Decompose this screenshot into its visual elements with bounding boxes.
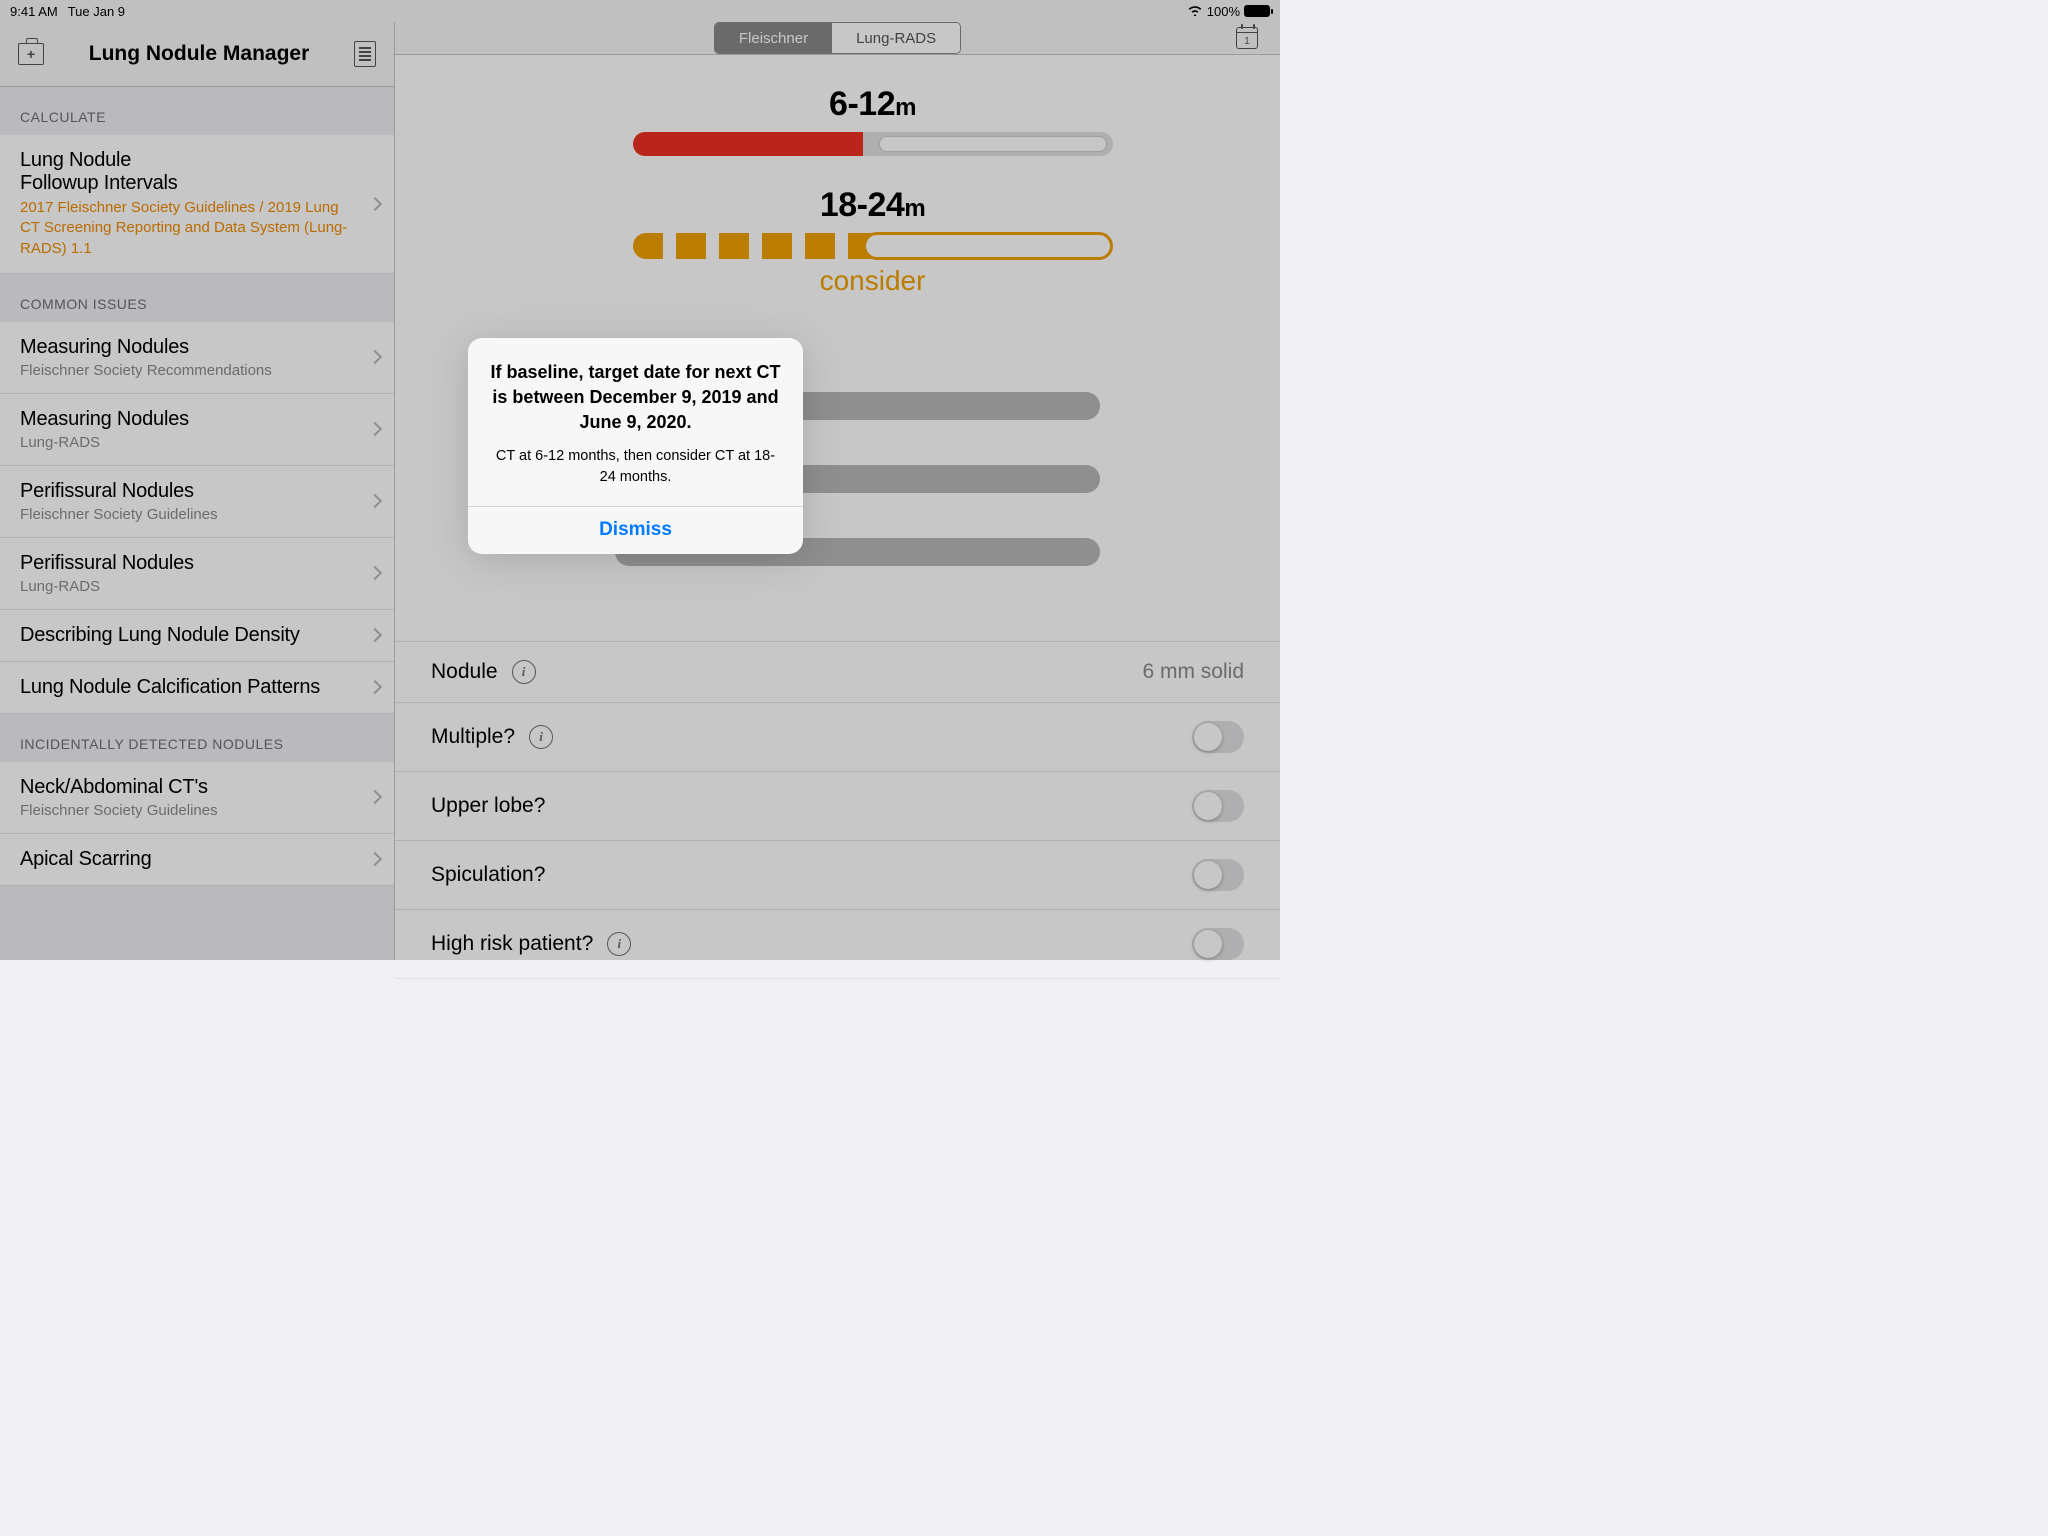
info-icon[interactable]: i: [529, 725, 553, 749]
calendar-icon[interactable]: 1: [1236, 27, 1258, 49]
nodule-form: Nodulei 6 mm solid Multiple?i Upper lobe…: [395, 641, 1280, 979]
cell-measuring-fleischner[interactable]: Measuring Nodules Fleischner Society Rec…: [0, 322, 394, 394]
sidebar: Lung Nodule Manager CALCULATE Lung Nodul…: [0, 22, 395, 960]
section-header-calculate: CALCULATE: [0, 87, 394, 135]
chevron-right-icon: [368, 566, 382, 580]
interval-2-bar: [633, 233, 1113, 259]
chevron-right-icon: [368, 422, 382, 436]
info-icon[interactable]: i: [512, 660, 536, 684]
chevron-right-icon: [368, 350, 382, 364]
cell-density[interactable]: Describing Lung Nodule Density: [0, 610, 394, 662]
interval-1-label: 6-12m: [595, 85, 1150, 124]
chevron-right-icon: [368, 628, 382, 642]
alert-message: CT at 6-12 months, then consider CT at 1…: [488, 446, 783, 487]
medical-kit-icon[interactable]: [18, 43, 44, 65]
sidebar-list[interactable]: CALCULATE Lung Nodule Followup Intervals…: [0, 87, 394, 960]
cell-followup-intervals[interactable]: Lung Nodule Followup Intervals 2017 Flei…: [0, 135, 394, 274]
document-icon[interactable]: [354, 41, 376, 67]
sidebar-title: Lung Nodule Manager: [44, 42, 354, 66]
status-bar: 9:41 AM Tue Jan 9 100%: [0, 0, 1280, 22]
tab-lungrads[interactable]: Lung-RADS: [832, 23, 960, 53]
interval-1-bar: [633, 132, 1113, 156]
battery-pct: 100%: [1207, 4, 1240, 19]
status-time: 9:41 AM: [10, 4, 58, 19]
chevron-right-icon: [368, 790, 382, 804]
guideline-segmented-control[interactable]: Fleischner Lung-RADS: [714, 22, 961, 54]
main-header: Fleischner Lung-RADS 1: [395, 22, 1280, 55]
row-high-risk: High risk patient?i: [395, 910, 1280, 979]
row-upper-lobe: Upper lobe?: [395, 772, 1280, 841]
chevron-right-icon: [368, 494, 382, 508]
wifi-icon: [1187, 4, 1203, 19]
interval-chart: 6-12m 18-24m consider: [395, 55, 1280, 347]
target-date-alert: If baseline, target date for next CT is …: [468, 338, 803, 554]
switch-high-risk[interactable]: [1192, 928, 1244, 960]
alert-title: If baseline, target date for next CT is …: [488, 360, 783, 434]
cell-measuring-lungrads[interactable]: Measuring Nodules Lung-RADS: [0, 394, 394, 466]
cell-perifissural-lungrads[interactable]: Perifissural Nodules Lung-RADS: [0, 538, 394, 610]
status-date: Tue Jan 9: [68, 4, 125, 19]
tab-fleischner[interactable]: Fleischner: [715, 23, 832, 53]
info-icon[interactable]: i: [607, 932, 631, 956]
cell-apical-scarring[interactable]: Apical Scarring: [0, 834, 394, 886]
switch-upper-lobe[interactable]: [1192, 790, 1244, 822]
switch-multiple[interactable]: [1192, 721, 1244, 753]
section-header-incidental: INCIDENTALLY DETECTED NODULES: [0, 714, 394, 762]
section-header-common: COMMON ISSUES: [0, 274, 394, 322]
battery-icon: [1244, 5, 1270, 17]
row-spiculation: Spiculation?: [395, 841, 1280, 910]
consider-label: consider: [633, 265, 1113, 297]
sidebar-header: Lung Nodule Manager: [0, 22, 394, 87]
cell-neck-abdominal[interactable]: Neck/Abdominal CT's Fleischner Society G…: [0, 762, 394, 834]
chevron-right-icon: [368, 197, 382, 211]
row-nodule[interactable]: Nodulei 6 mm solid: [395, 642, 1280, 703]
chevron-right-icon: [368, 680, 382, 694]
switch-spiculation[interactable]: [1192, 859, 1244, 891]
dismiss-button[interactable]: Dismiss: [468, 506, 803, 554]
cell-perifissural-fleischner[interactable]: Perifissural Nodules Fleischner Society …: [0, 466, 394, 538]
interval-2-label: 18-24m: [595, 186, 1150, 225]
chevron-right-icon: [368, 852, 382, 866]
row-multiple: Multiple?i: [395, 703, 1280, 772]
cell-calcification[interactable]: Lung Nodule Calcification Patterns: [0, 662, 394, 714]
